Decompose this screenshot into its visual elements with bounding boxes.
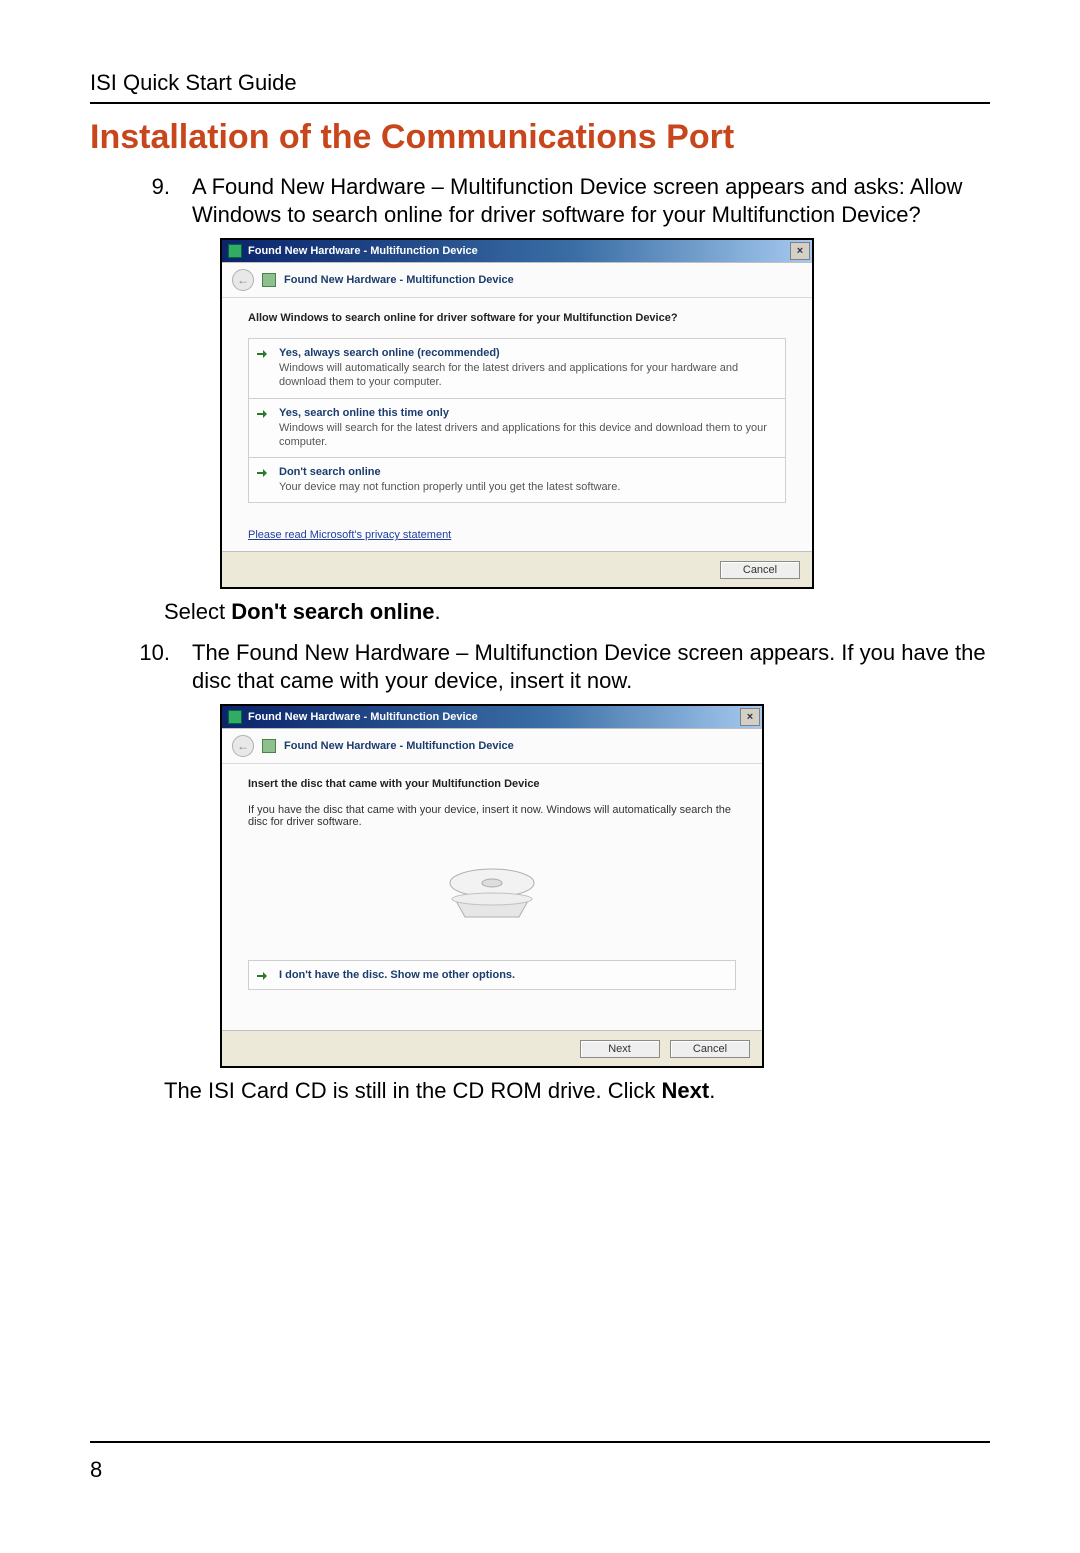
divider [90, 102, 990, 104]
window-icon [228, 710, 242, 724]
page-number: 8 [90, 1457, 102, 1483]
window-title: Found New Hardware - Multifunction Devic… [248, 711, 478, 723]
arrow-icon [257, 348, 269, 360]
step-10-instruction-prefix: The ISI Card CD is still in the CD ROM d… [164, 1078, 662, 1103]
option-title: I don't have the disc. Show me other opt… [279, 969, 515, 981]
option-desc: Windows will automatically search for th… [279, 361, 775, 390]
option-desc: Windows will search for the latest drive… [279, 421, 775, 450]
page-title: Installation of the Communications Port [90, 118, 990, 157]
dialog-prompt: Allow Windows to search online for drive… [248, 312, 786, 324]
next-button[interactable]: Next [580, 1040, 660, 1058]
step-9-text: A Found New Hardware – Multifunction Dev… [192, 174, 962, 227]
option-always-search[interactable]: Yes, always search online (recommended) … [248, 338, 786, 398]
option-no-disc[interactable]: I don't have the disc. Show me other opt… [248, 960, 736, 990]
dialog-prompt: Insert the disc that came with your Mult… [248, 778, 736, 790]
step-9-instruction-suffix: . [435, 599, 441, 624]
step-10: The Found New Hardware – Multifunction D… [174, 639, 990, 694]
option-title: Yes, always search online (recommended) [279, 347, 775, 359]
titlebar: Found New Hardware - Multifunction Devic… [222, 240, 812, 262]
running-header: ISI Quick Start Guide [90, 70, 990, 96]
option-title: Yes, search online this time only [279, 407, 775, 419]
dialog-desc: If you have the disc that came with your… [248, 804, 736, 828]
step-10-text: The Found New Hardware – Multifunction D… [192, 640, 986, 693]
close-icon[interactable]: × [790, 242, 810, 260]
dialog-header-text: Found New Hardware - Multifunction Devic… [284, 274, 514, 286]
step-9-instruction-prefix: Select [164, 599, 231, 624]
option-this-time-only[interactable]: Yes, search online this time only Window… [248, 398, 786, 458]
back-button[interactable]: ← [232, 269, 254, 291]
dialog-header-text: Found New Hardware - Multifunction Devic… [284, 740, 514, 752]
cancel-button[interactable]: Cancel [670, 1040, 750, 1058]
titlebar: Found New Hardware - Multifunction Devic… [222, 706, 762, 728]
arrow-icon [257, 408, 269, 420]
back-button[interactable]: ← [232, 735, 254, 757]
dialog-found-new-hardware-1: Found New Hardware - Multifunction Devic… [220, 238, 814, 589]
step-9-instruction-bold: Don't search online [231, 599, 434, 624]
cancel-button[interactable]: Cancel [720, 561, 800, 579]
dialog-found-new-hardware-2: Found New Hardware - Multifunction Devic… [220, 704, 764, 1068]
arrow-icon [257, 467, 269, 479]
device-icon [262, 739, 276, 753]
close-icon[interactable]: × [740, 708, 760, 726]
option-dont-search[interactable]: Don't search online Your device may not … [248, 457, 786, 503]
step-10-instruction-bold: Next [662, 1078, 710, 1103]
step-9: A Found New Hardware – Multifunction Dev… [174, 173, 990, 228]
cd-illustration [248, 834, 736, 954]
privacy-link[interactable]: Please read Microsoft's privacy statemen… [248, 529, 451, 541]
footer-divider [90, 1441, 990, 1443]
device-icon [262, 273, 276, 287]
option-title: Don't search online [279, 466, 775, 478]
step-10-instruction-suffix: . [709, 1078, 715, 1103]
window-title: Found New Hardware - Multifunction Devic… [248, 245, 478, 257]
arrow-icon [257, 970, 269, 982]
window-icon [228, 244, 242, 258]
option-desc: Your device may not function properly un… [279, 480, 775, 494]
